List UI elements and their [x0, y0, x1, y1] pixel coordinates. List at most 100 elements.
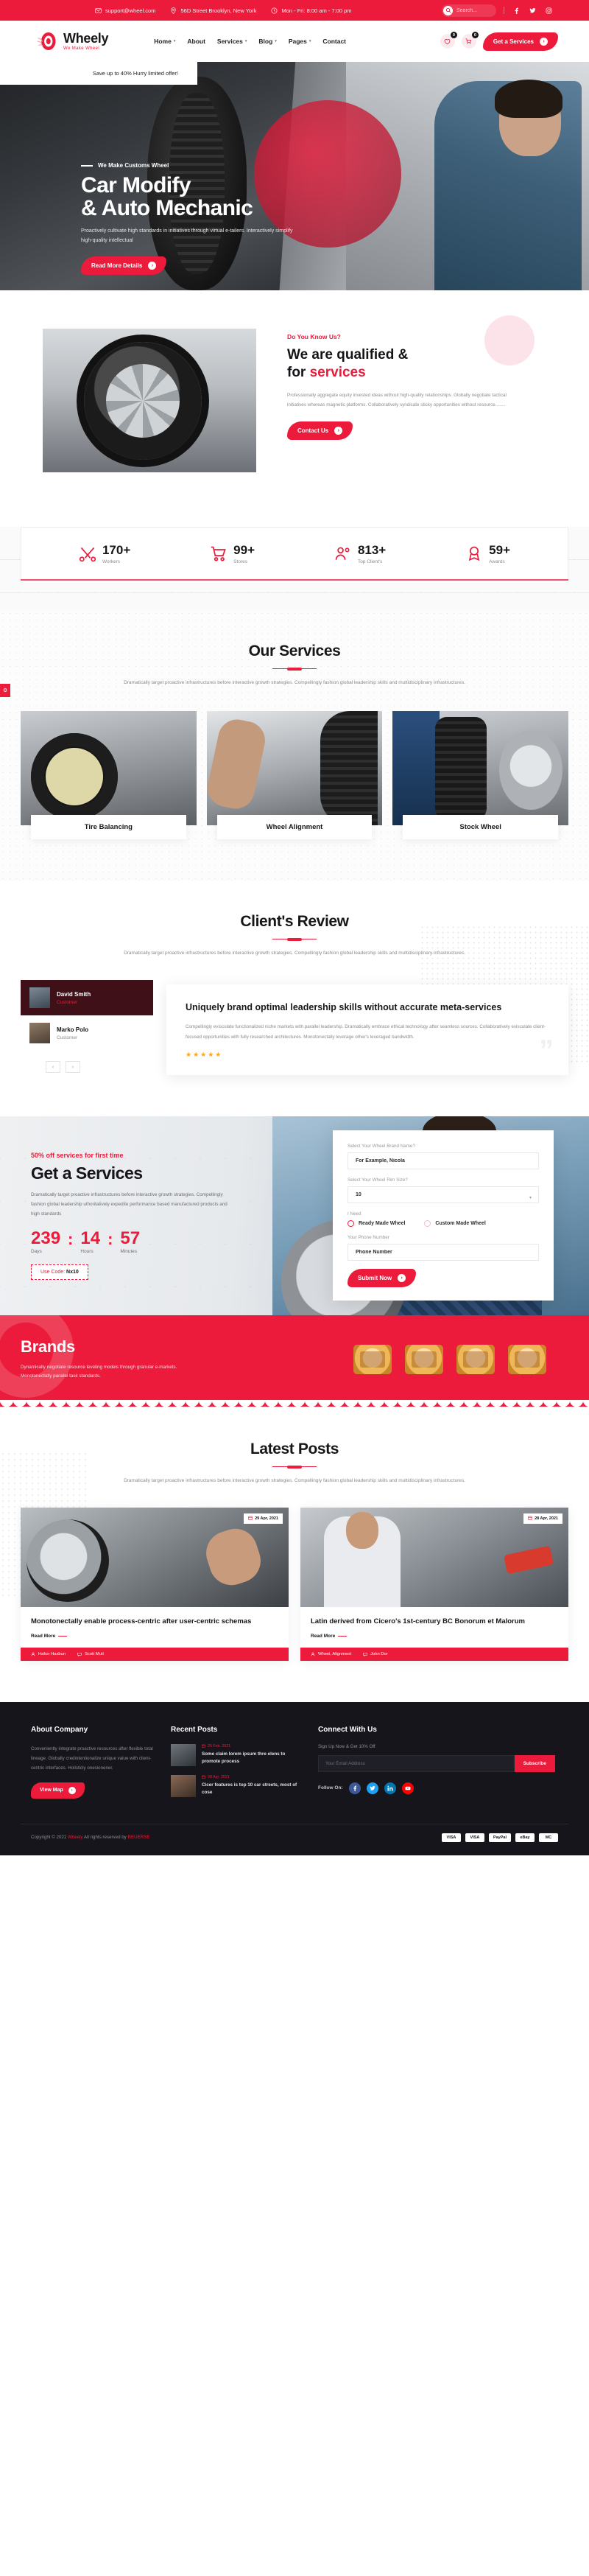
arrow-line-icon — [338, 1635, 348, 1637]
nav-item-blog[interactable]: Blog ▾ — [258, 38, 276, 45]
copyright-author[interactable]: REUERSE — [127, 1835, 149, 1840]
nav-label: Home — [154, 38, 172, 45]
tools-icon — [79, 545, 96, 563]
chevron-down-icon: ▾ — [308, 39, 311, 43]
counter-label: Stores — [233, 559, 247, 564]
youtube-icon[interactable] — [401, 1782, 414, 1794]
subscribe-email-input[interactable] — [318, 1754, 515, 1772]
next-arrow-icon[interactable]: › — [66, 1061, 80, 1073]
reviewer-role: Customer — [57, 999, 78, 1005]
counter-text-block: 99+ Stores — [233, 544, 255, 564]
post-date: 28 Apr, 2021 — [535, 1516, 558, 1521]
radio-label: Custom Made Wheel — [435, 1221, 486, 1227]
rim-select[interactable] — [348, 1186, 539, 1204]
brand-input[interactable] — [348, 1152, 539, 1170]
post-comment-label: John Dor — [370, 1651, 388, 1656]
reviewer-text: David Smith Customer — [57, 991, 91, 1005]
nav-item-about[interactable]: About — [187, 38, 205, 45]
countdown-timer: 239 Days : 14 Hours : 57 Minutes — [31, 1229, 250, 1254]
tool-graphic — [503, 1545, 554, 1575]
reviewer-item-david-smith[interactable]: David Smith Customer — [21, 980, 153, 1015]
hero-mechanic-figure — [434, 80, 582, 290]
latest-posts-section: Latest Posts Dramatically target proacti… — [0, 1407, 589, 1702]
post-read-more[interactable]: Read More — [311, 1634, 558, 1639]
brand-label: Select Your Wheel Brand Name? — [348, 1144, 416, 1149]
counter-number: 59+ — [489, 543, 510, 557]
twitter-icon[interactable] — [528, 6, 537, 15]
nav-item-services[interactable]: Services ▾ — [217, 38, 247, 45]
brands-row: Brands Dynamically negotiate resource le… — [21, 1337, 568, 1382]
footer-recent-post[interactable]: 08 Apr, 2021 Cicer features is top 10 ca… — [171, 1774, 305, 1797]
search-input[interactable] — [456, 7, 487, 13]
footer-recent-post[interactable]: 25 Feb, 2021 Some claim lorem ipsum thre… — [171, 1743, 305, 1766]
post-card[interactable]: 29 Apr, 2021 Monotonectally enable proce… — [21, 1508, 289, 1661]
hand-graphic — [200, 1522, 267, 1592]
promo-code-prefix: Use Code: — [40, 1269, 67, 1275]
submit-wrap: Submit Now › — [348, 1269, 539, 1288]
instagram-icon[interactable] — [544, 6, 553, 15]
radio-ready-made-wheel[interactable]: Ready Made Wheel — [348, 1220, 405, 1228]
counters-section: 170+ Workers 99+ Stores 813+ Top Client'… — [0, 527, 589, 610]
subscribe-button[interactable]: Subscribe — [514, 1754, 555, 1772]
footer-post-date-text: 25 Feb, 2021 — [208, 1743, 231, 1749]
wishlist-button[interactable]: 0 — [440, 32, 457, 49]
service-title: Tire Balancing — [31, 815, 186, 839]
submit-now-button[interactable]: Submit Now › — [348, 1269, 417, 1288]
radio-custom-made-wheel[interactable]: Custom Made Wheel — [424, 1220, 486, 1228]
post-image: 29 Apr, 2021 — [21, 1508, 289, 1607]
facebook-icon[interactable] — [512, 6, 521, 15]
brand-logo-1-icon[interactable] — [353, 1344, 392, 1374]
promo-code-badge[interactable]: Use Code: Nx10 — [31, 1264, 88, 1280]
nav-item-home[interactable]: Home ▾ — [154, 38, 175, 45]
payment-paypal-icon: PayPal — [488, 1833, 511, 1842]
brand-logo-2-icon[interactable] — [405, 1344, 443, 1374]
services-title: Our Services — [248, 643, 341, 659]
countdown-minutes: 57 Minutes — [120, 1229, 140, 1254]
review-card: Uniquely brand optimal leadership skills… — [166, 984, 568, 1075]
phone-input[interactable] — [348, 1244, 539, 1261]
topbar-hours: Mon - Fri: 8:00 am - 7:00 pm — [271, 7, 352, 14]
cart-button[interactable]: 0 — [461, 32, 479, 49]
service-card[interactable]: Stock Wheel — [392, 711, 569, 839]
nav-item-pages[interactable]: Pages ▾ — [289, 38, 311, 45]
brand-logo-4-icon[interactable] — [508, 1344, 546, 1374]
avatar — [29, 987, 50, 1008]
view-map-label: View Map — [40, 1788, 63, 1793]
brand-logos — [353, 1344, 546, 1374]
nav-item-contact[interactable]: Contact — [322, 38, 346, 45]
head-graphic — [346, 1512, 378, 1549]
prev-arrow-icon[interactable]: ‹ — [46, 1061, 60, 1073]
hero-title-line2: & Auto Mechanic — [81, 196, 253, 221]
topbar-address[interactable]: 56D Street Brooklyn, New York — [170, 7, 256, 14]
topbar-email[interactable]: support@wheel.com — [95, 7, 155, 14]
view-map-button[interactable]: View Map › — [31, 1782, 85, 1799]
reviewer-item-marko-polo[interactable]: Marko Polo Customer — [21, 1015, 153, 1051]
services-grid: Tire Balancing Wheel Alignment Stock Whe… — [21, 711, 569, 839]
brands-tire-decor — [0, 1315, 74, 1398]
wheel-graphic — [27, 1519, 109, 1602]
hero-offer-text: Save up to 40% Hurry limited offer! — [92, 70, 178, 77]
service-card[interactable]: Tire Balancing — [21, 711, 197, 839]
promo-code-value: Nx10 — [66, 1269, 79, 1275]
get-a-services-button[interactable]: Get a Services › — [482, 32, 558, 51]
counters-underline — [21, 579, 568, 581]
post-read-more[interactable]: Read More — [31, 1634, 278, 1639]
copyright-brand: Wheely — [67, 1835, 83, 1841]
services-side-tab[interactable]: ⚙ — [0, 684, 10, 697]
counter-label: Awards — [489, 559, 505, 564]
service-card[interactable]: Wheel Alignment — [206, 711, 383, 839]
about-image — [43, 329, 256, 472]
facebook-icon[interactable] — [348, 1782, 361, 1794]
read-more-label: Read More — [31, 1633, 56, 1639]
read-more-details-button[interactable]: Read More Details › — [81, 256, 167, 276]
contact-us-button[interactable]: Contact Us › — [287, 421, 353, 440]
twitter-icon[interactable] — [366, 1782, 378, 1794]
brand-logo-3-icon[interactable] — [456, 1344, 495, 1374]
about-button-wrap: Contact Us › — [287, 421, 568, 440]
logo[interactable]: Wheely We Make Wheel — [37, 30, 109, 52]
post-meta: Wheel, Alignment John Dor — [300, 1647, 568, 1661]
topbar-search[interactable] — [442, 4, 496, 17]
linkedin-icon[interactable] — [384, 1782, 396, 1794]
post-card[interactable]: 28 Apr, 2021 Latin derived from Cicero's… — [300, 1508, 568, 1661]
payment-mastercard-icon: MC — [539, 1833, 558, 1842]
